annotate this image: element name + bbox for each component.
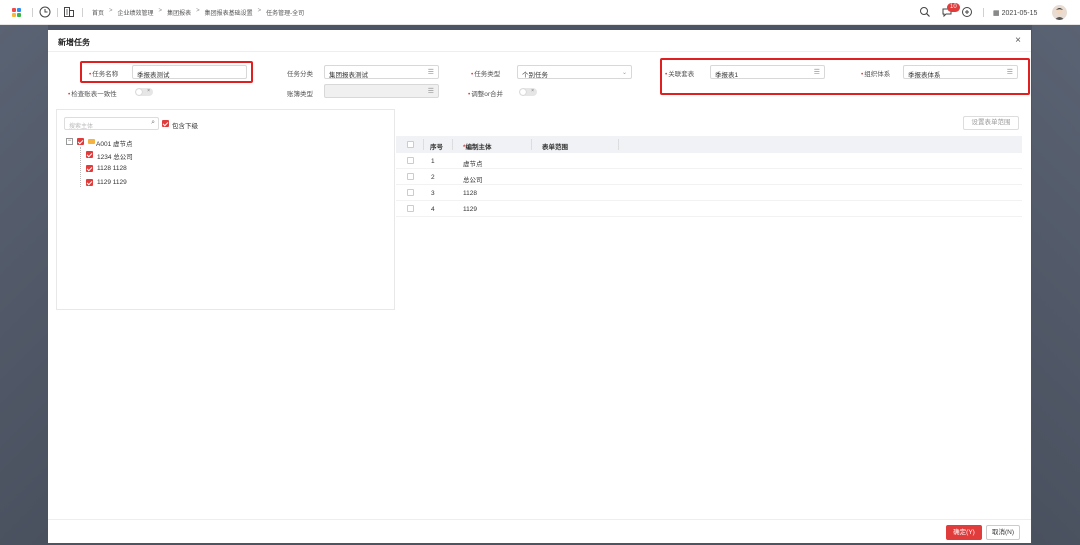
header-form-range: 表单范围 [542,144,568,151]
dialog-header: 新增任务 × [48,30,1031,52]
set-form-range-button[interactable]: 设置表单范围 [963,116,1019,130]
tree-checkbox[interactable] [86,151,93,158]
list-icon: ☰ [427,88,434,95]
search-icon[interactable] [919,6,931,18]
task-type-select[interactable]: 个别任务 ⌄ [517,65,632,79]
ledger-type-label: 账簿类型 [287,91,313,98]
task-category-label: 任务分类 [287,71,313,78]
breadcrumb-separator: > [196,8,200,14]
search-placeholder: 搜索主体 [69,124,94,130]
table-row[interactable]: 3 1128 [396,185,1022,201]
divider [57,8,58,17]
task-category-value: 集团报表测试 [329,72,368,79]
date-text: 2021-05-15 [1001,10,1038,17]
row-entity: 总公司 [463,177,483,184]
top-bar: 首页 > 企业绩效管理 > 集团报表 > 集团报表基础设置 > 任务管理-全司 … [0,0,1080,25]
tree-checkbox[interactable] [77,138,84,145]
search-input[interactable]: 搜索主体 ⌕ [64,117,159,130]
app-logo-icon[interactable] [12,8,23,17]
row-entity: 1129 [463,206,477,213]
folder-icon [88,139,95,144]
divider [32,8,33,17]
breadcrumb-separator: > [158,8,163,14]
table-header: 序号 *编制主体 表单范围 [396,136,1022,153]
close-icon[interactable]: × [1015,35,1021,46]
task-type-label: •任务类型 [471,71,501,78]
tree-node-label[interactable]: 1234 总公司 [97,151,133,161]
collapse-icon[interactable]: − [66,138,73,145]
breadcrumb: 首页 > 企业绩效管理 > 集团报表 > 集团报表基础设置 > 任务管理-全司 [92,8,304,17]
tree-node-label[interactable]: A001 虚节点 [96,138,133,148]
tree-node-label[interactable]: 1128 1128 [97,165,127,172]
row-checkbox[interactable] [407,189,414,196]
row-checkbox[interactable] [407,157,414,164]
breadcrumb-separator: > [257,8,262,14]
highlight-box [660,58,1030,95]
new-task-dialog: 新增任务 × •任务名称 季报表测试 任务分类 集团报表测试 ☰ •任务类型 个… [48,30,1031,543]
column-separator [618,139,619,150]
entity-table: 序号 *编制主体 表单范围 1 虚节点 2 总公司 3 1128 4 1129 [396,136,1022,217]
row-index: 3 [431,190,435,197]
check-consistency-label: •检查账表一致性 [68,91,117,98]
tree-checkbox[interactable] [86,165,93,172]
row-checkbox[interactable] [407,173,414,180]
tree-checkbox[interactable] [86,179,93,186]
building-icon[interactable] [63,6,75,18]
clock-icon[interactable] [39,6,51,18]
include-children-checkbox[interactable] [162,120,169,127]
breadcrumb-item[interactable]: 企业绩效管理 [118,8,154,17]
column-separator [531,139,532,150]
divider [82,8,83,17]
breadcrumb-separator: > [109,8,113,14]
breadcrumb-item-current[interactable]: 任务管理-全司 [266,8,304,17]
header-entity: *编制主体 [463,144,492,151]
tree-node-label[interactable]: 1129 1129 [97,179,127,186]
check-consistency-toggle[interactable]: × [135,88,153,96]
task-category-select[interactable]: 集团报表测试 ☰ [324,65,439,79]
adjust-merge-label: •调整or合并 [468,91,504,98]
cancel-button[interactable]: 取消(N) [986,525,1020,540]
select-all-checkbox[interactable] [407,141,414,148]
avatar[interactable] [1052,5,1067,20]
breadcrumb-item[interactable]: 首页 [92,8,104,17]
highlight-box [80,61,253,83]
column-separator [423,139,424,150]
breadcrumb-item[interactable]: 集团报表基础设置 [205,8,253,17]
row-entity: 1128 [463,190,477,197]
ledger-type-select: ☰ [324,84,439,98]
task-type-value: 个别任务 [522,72,548,79]
tree-line [80,147,81,187]
calendar-icon: ▦ [993,10,1000,17]
include-children-label: 包含下级 [172,123,198,130]
adjust-merge-toggle[interactable]: × [519,88,537,96]
notification-badge: 10 [947,3,960,12]
header-index: 序号 [430,144,443,151]
search-icon[interactable]: ⌕ [151,119,155,127]
breadcrumb-item[interactable]: 集团报表 [167,8,191,17]
list-icon[interactable]: ☰ [428,68,434,76]
ok-button[interactable]: 确定(Y) [946,525,982,540]
dialog-footer: 确定(Y) 取消(N) [48,519,1031,543]
dialog-title: 新增任务 [58,38,90,47]
row-index: 4 [431,206,435,213]
row-index: 1 [431,158,435,165]
entity-tree-panel: 搜索主体 ⌕ 包含下级 − A001 虚节点 1234 总公司 1128 112… [56,109,395,310]
divider [983,8,984,17]
row-index: 2 [431,174,435,181]
background-decoration [1032,25,1080,545]
table-row[interactable]: 2 总公司 [396,169,1022,185]
background-decoration [0,25,48,545]
date-display: ▦ 2021-05-15 [993,9,1037,17]
row-entity: 虚节点 [463,161,483,168]
row-checkbox[interactable] [407,205,414,212]
column-separator [452,139,453,150]
table-row[interactable]: 4 1129 [396,201,1022,217]
chevron-down-icon[interactable]: ⌄ [622,69,627,76]
table-row[interactable]: 1 虚节点 [396,153,1022,169]
add-circle-icon[interactable] [961,6,973,18]
